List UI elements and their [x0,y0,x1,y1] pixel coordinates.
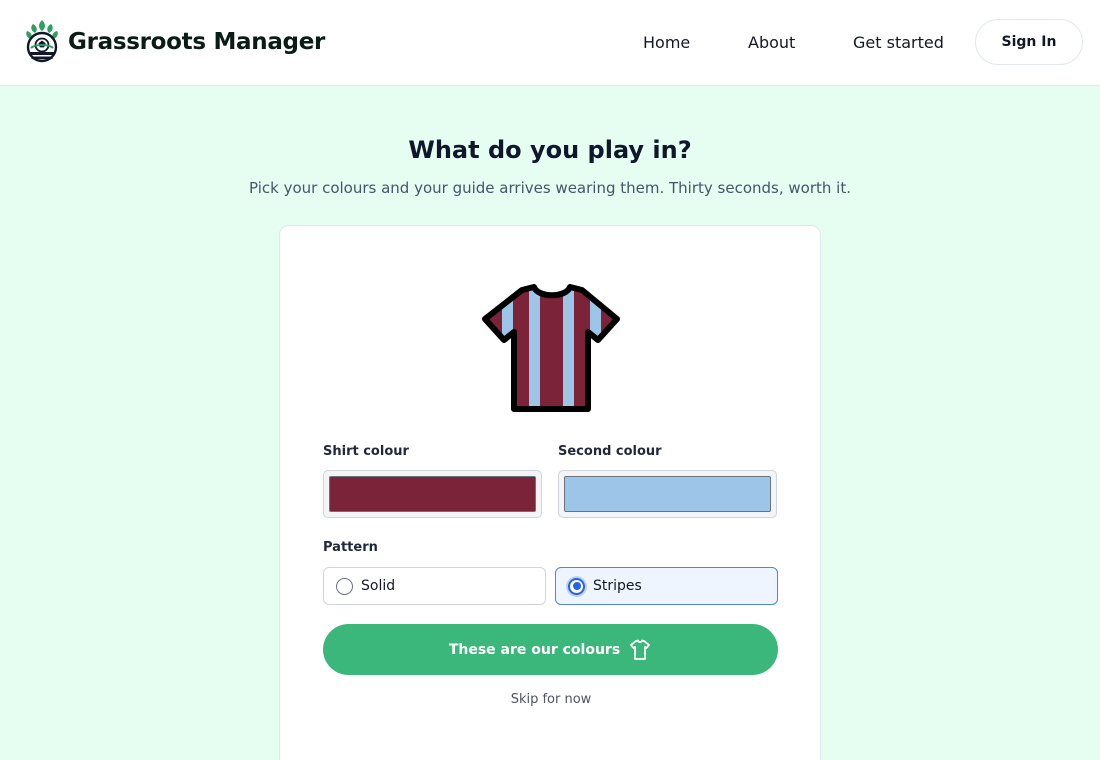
radio-unchecked[interactable] [336,577,353,595]
brand-name: Grassroots Manager [68,29,326,55]
radio-checked[interactable] [568,577,585,595]
nav-link-get-started[interactable]: Get started [853,33,944,52]
brand[interactable]: Grassroots Manager [22,18,325,66]
pattern-option-solid[interactable]: Solid [323,567,546,605]
shirt-colour-picker[interactable] [323,470,542,518]
second-colour-picker[interactable] [558,470,777,518]
pattern-option-stripes[interactable]: Stripes [555,567,778,605]
nav-link-home[interactable]: Home [643,33,690,52]
confirm-colours-button[interactable]: These are our colours [323,624,778,675]
top-navigation-bar: Grassroots Manager Home About Get starte… [0,0,1100,86]
shirt-colour-swatch [329,476,536,512]
shirt-outline-icon [630,639,651,660]
pattern-option-label: Solid [361,578,396,594]
skip-for-now-link[interactable]: Skip for now [280,692,822,707]
pattern-option-label: Stripes [593,578,642,594]
sign-in-button[interactable]: Sign In [975,19,1083,65]
page-subtitle: Pick your colours and your guide arrives… [249,179,851,197]
kit-picker-card: Shirt colour Second colour Pattern Solid… [279,225,821,760]
second-colour-label: Second colour [558,444,662,459]
football-crest-icon [26,20,58,63]
page-title: What do you play in? [408,136,692,164]
nav-link-about[interactable]: About [748,33,795,52]
pattern-label: Pattern [323,540,378,555]
shirt-colour-label: Shirt colour [323,444,409,459]
striped-shirt-icon [482,284,620,412]
confirm-colours-label: These are our colours [448,641,621,658]
second-colour-swatch [564,476,771,512]
